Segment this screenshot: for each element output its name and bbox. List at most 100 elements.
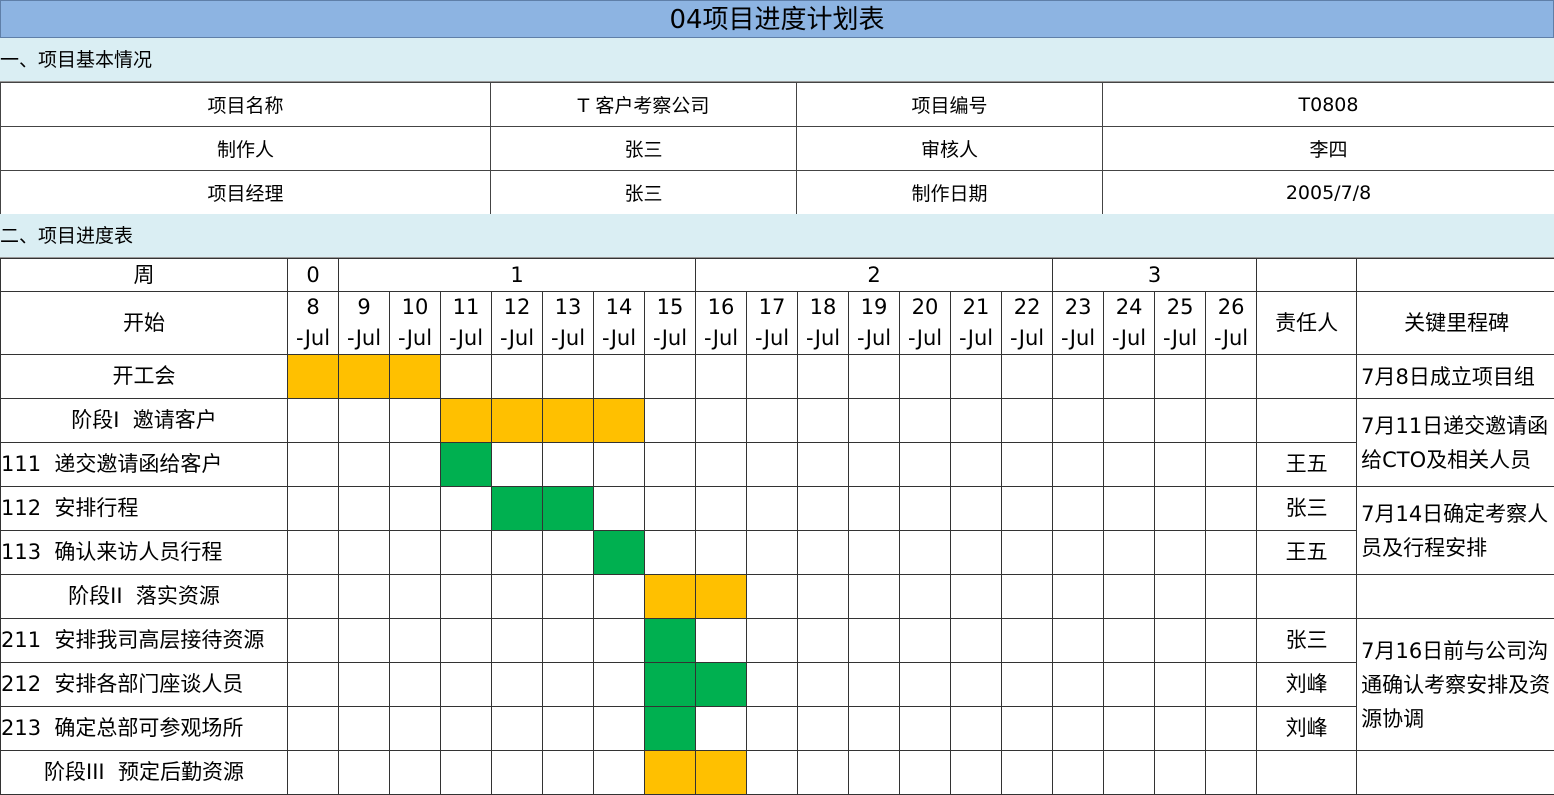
gantt-cell[interactable] xyxy=(747,399,798,443)
gantt-cell[interactable] xyxy=(900,663,951,707)
gantt-cell[interactable] xyxy=(1155,443,1206,487)
gantt-cell[interactable] xyxy=(288,619,339,663)
gantt-cell[interactable] xyxy=(696,487,747,531)
gantt-cell[interactable] xyxy=(696,399,747,443)
gantt-cell[interactable] xyxy=(1053,575,1104,619)
phase-bar-cell[interactable] xyxy=(645,751,696,795)
task-name[interactable]: 阶段III 预定后勤资源 xyxy=(1,751,288,795)
gantt-cell[interactable] xyxy=(543,707,594,751)
gantt-cell[interactable] xyxy=(390,619,441,663)
info-value-project-name[interactable]: T 客户考察公司 xyxy=(491,83,797,127)
gantt-cell[interactable] xyxy=(1155,531,1206,575)
gantt-cell[interactable] xyxy=(849,707,900,751)
gantt-cell[interactable] xyxy=(1053,355,1104,399)
gantt-cell[interactable] xyxy=(849,487,900,531)
gantt-cell[interactable] xyxy=(1104,619,1155,663)
gantt-cell[interactable] xyxy=(1053,487,1104,531)
milestone-cell[interactable] xyxy=(1357,751,1554,795)
owner-cell[interactable]: 张三 xyxy=(1257,619,1357,663)
date-cell[interactable]: 20-Jul xyxy=(900,292,951,355)
gantt-cell[interactable] xyxy=(1155,707,1206,751)
info-value-manager[interactable]: 张三 xyxy=(491,171,797,215)
gantt-cell[interactable] xyxy=(798,751,849,795)
gantt-cell[interactable] xyxy=(492,355,543,399)
gantt-cell[interactable] xyxy=(594,487,645,531)
gantt-cell[interactable] xyxy=(747,531,798,575)
gantt-cell[interactable] xyxy=(747,355,798,399)
gantt-cell[interactable] xyxy=(900,575,951,619)
owner-cell[interactable] xyxy=(1257,751,1357,795)
gantt-cell[interactable] xyxy=(849,663,900,707)
owner-cell[interactable]: 刘峰 xyxy=(1257,663,1357,707)
gantt-cell[interactable] xyxy=(900,619,951,663)
gantt-cell[interactable] xyxy=(543,619,594,663)
date-cell[interactable]: 12-Jul xyxy=(492,292,543,355)
gantt-cell[interactable] xyxy=(798,443,849,487)
gantt-cell[interactable] xyxy=(441,663,492,707)
gantt-cell[interactable] xyxy=(1053,443,1104,487)
gantt-cell[interactable] xyxy=(441,355,492,399)
gantt-cell[interactable] xyxy=(543,751,594,795)
week-number[interactable]: 3 xyxy=(1053,259,1257,292)
gantt-cell[interactable] xyxy=(951,751,1002,795)
gantt-cell[interactable] xyxy=(1053,707,1104,751)
info-value-reviewer[interactable]: 李四 xyxy=(1103,127,1554,171)
gantt-cell[interactable] xyxy=(1002,751,1053,795)
gantt-cell[interactable] xyxy=(1206,575,1257,619)
gantt-cell[interactable] xyxy=(798,707,849,751)
phase-bar-cell[interactable] xyxy=(696,751,747,795)
gantt-cell[interactable] xyxy=(1002,399,1053,443)
gantt-cell[interactable] xyxy=(900,487,951,531)
gantt-cell[interactable] xyxy=(543,575,594,619)
task-name[interactable]: 111 递交邀请函给客户 xyxy=(1,443,288,487)
gantt-cell[interactable] xyxy=(849,443,900,487)
gantt-cell[interactable] xyxy=(339,443,390,487)
gantt-cell[interactable] xyxy=(288,663,339,707)
gantt-cell[interactable] xyxy=(798,619,849,663)
owner-cell[interactable]: 张三 xyxy=(1257,487,1357,531)
gantt-cell[interactable] xyxy=(543,531,594,575)
gantt-cell[interactable] xyxy=(1002,487,1053,531)
gantt-cell[interactable] xyxy=(900,751,951,795)
gantt-cell[interactable] xyxy=(1206,487,1257,531)
gantt-cell[interactable] xyxy=(339,619,390,663)
gantt-cell[interactable] xyxy=(900,355,951,399)
gantt-cell[interactable] xyxy=(1206,531,1257,575)
gantt-cell[interactable] xyxy=(1002,575,1053,619)
gantt-cell[interactable] xyxy=(696,443,747,487)
task-name[interactable]: 阶段I 邀请客户 xyxy=(1,399,288,443)
date-cell[interactable]: 26-Jul xyxy=(1206,292,1257,355)
gantt-cell[interactable] xyxy=(696,355,747,399)
week-number[interactable]: 2 xyxy=(696,259,1053,292)
gantt-cell[interactable] xyxy=(594,355,645,399)
owner-cell[interactable]: 王五 xyxy=(1257,443,1357,487)
gantt-cell[interactable] xyxy=(696,531,747,575)
gantt-cell[interactable] xyxy=(1206,751,1257,795)
gantt-cell[interactable] xyxy=(1002,619,1053,663)
gantt-cell[interactable] xyxy=(1206,619,1257,663)
gantt-cell[interactable] xyxy=(747,663,798,707)
task-name[interactable]: 开工会 xyxy=(1,355,288,399)
gantt-cell[interactable] xyxy=(288,531,339,575)
info-label-reviewer[interactable]: 审核人 xyxy=(797,127,1103,171)
gantt-cell[interactable] xyxy=(951,487,1002,531)
task-name[interactable]: 211 安排我司高层接待资源 xyxy=(1,619,288,663)
gantt-cell[interactable] xyxy=(288,751,339,795)
info-value-date[interactable]: 2005/7/8 xyxy=(1103,171,1554,215)
gantt-cell[interactable] xyxy=(339,751,390,795)
phase-bar-cell[interactable] xyxy=(645,575,696,619)
task-bar-cell[interactable] xyxy=(645,619,696,663)
date-cell[interactable]: 23-Jul xyxy=(1053,292,1104,355)
gantt-cell[interactable] xyxy=(390,531,441,575)
gantt-cell[interactable] xyxy=(492,575,543,619)
gantt-cell[interactable] xyxy=(1053,619,1104,663)
gantt-cell[interactable] xyxy=(645,531,696,575)
gantt-cell[interactable] xyxy=(339,399,390,443)
gantt-cell[interactable] xyxy=(900,399,951,443)
gantt-cell[interactable] xyxy=(747,707,798,751)
owner-cell[interactable] xyxy=(1257,355,1357,399)
gantt-cell[interactable] xyxy=(1002,663,1053,707)
gantt-cell[interactable] xyxy=(900,443,951,487)
gantt-cell[interactable] xyxy=(594,751,645,795)
gantt-cell[interactable] xyxy=(849,531,900,575)
